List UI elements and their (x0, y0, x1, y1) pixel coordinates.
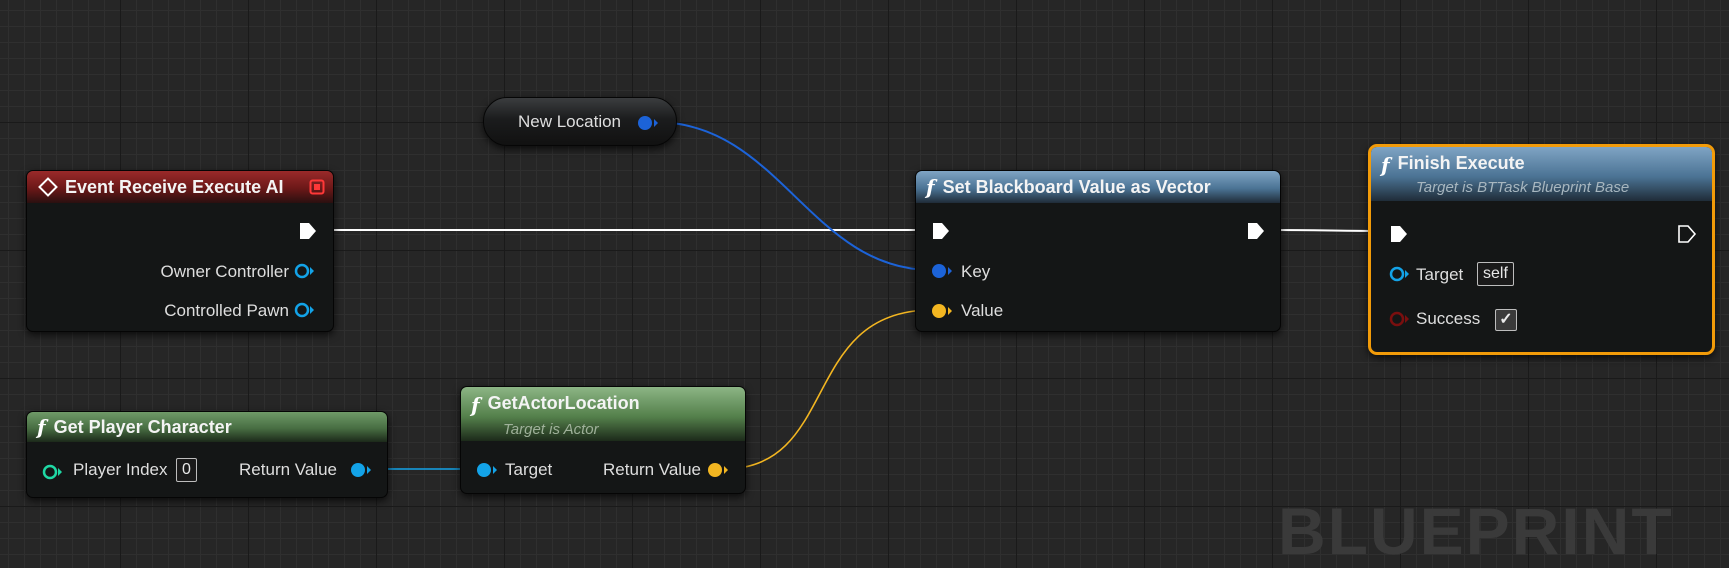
exec-pin-icon (1391, 226, 1407, 242)
value-pin-label: Value (961, 301, 1004, 320)
new-location-label: New Location (518, 112, 622, 131)
controlled-pawn-label: Controlled Pawn (164, 301, 289, 320)
integer-pin-icon (42, 464, 62, 480)
owner-controller-label: Owner Controller (160, 262, 290, 281)
get-player-title: Get Player Character (53, 416, 232, 437)
target-self-field[interactable]: self (1477, 262, 1514, 286)
finish-node-subtitle: Target is BTTask Blueprint Base (1416, 179, 1630, 196)
blackboard-key-wire (654, 121, 933, 271)
function-icon: f (926, 175, 935, 199)
object-pin-icon (294, 263, 314, 279)
object-pin-icon (477, 463, 497, 477)
function-icon: f (1381, 153, 1390, 177)
blackboard-key-pin-icon (638, 116, 658, 130)
vector-pin-icon (708, 463, 728, 477)
blackboard-key-pin-icon (932, 264, 952, 278)
vector-pin-icon (932, 304, 952, 318)
delegate-pin-icon[interactable] (309, 179, 325, 195)
get-actor-location-node[interactable]: f GetActorLocation Target is Actor Targe… (460, 386, 746, 494)
key-pin-label: Key (961, 262, 991, 281)
get-location-header: f GetActorLocation Target is Actor (461, 387, 745, 441)
get-player-character-node[interactable]: f Get Player Character Player Index 0 Re… (26, 411, 388, 498)
set-node-title: Set Blackboard Value as Vector (942, 176, 1211, 197)
object-pin-icon (1389, 266, 1409, 282)
blueprint-watermark: BLUEPRINT (1278, 494, 1674, 568)
get-player-header: f Get Player Character (27, 412, 387, 442)
exec-pin-icon (933, 223, 949, 239)
new-location-variable-node[interactable]: New Location (483, 97, 677, 146)
get-player-return-label: Return Value (239, 460, 337, 479)
object-pin-icon (351, 463, 371, 477)
event-receive-execute-ai-node[interactable]: Event Receive Execute AI Owner Controlle… (26, 170, 334, 332)
finish-execute-node[interactable]: f Finish Execute Target is BTTask Bluepr… (1368, 144, 1715, 355)
function-icon: f (471, 393, 480, 417)
finish-node-title: Finish Execute (1397, 153, 1525, 173)
exec-pin-outline-icon (1678, 225, 1697, 243)
set-blackboard-value-as-vector-node[interactable]: f Set Blackboard Value as Vector Key Val… (915, 170, 1281, 332)
vector-wire (723, 309, 933, 470)
exec-pin-icon (300, 223, 316, 239)
get-location-subtitle: Target is Actor (503, 421, 599, 438)
finish-node-header: f Finish Execute Target is BTTask Bluepr… (1371, 147, 1712, 201)
player-index-label: Player Index (73, 460, 168, 479)
get-location-title: GetActorLocation (487, 393, 640, 413)
success-checkbox[interactable]: ✓ (1495, 309, 1517, 331)
function-icon: f (37, 415, 46, 439)
object-pin-icon (294, 302, 314, 318)
diamond-event-icon (38, 177, 58, 197)
player-index-field[interactable]: 0 (176, 458, 197, 482)
exec-pin-icon (1248, 223, 1264, 239)
success-label: Success (1416, 309, 1481, 328)
boolean-pin-icon (1389, 311, 1409, 327)
get-location-target-label: Target (505, 460, 553, 479)
set-node-header: f Set Blackboard Value as Vector (916, 171, 1280, 203)
event-node-title: Event Receive Execute AI (65, 176, 284, 197)
event-node-header: Event Receive Execute AI (27, 171, 333, 203)
get-location-return-label: Return Value (603, 460, 701, 479)
finish-target-label: Target (1416, 265, 1464, 284)
